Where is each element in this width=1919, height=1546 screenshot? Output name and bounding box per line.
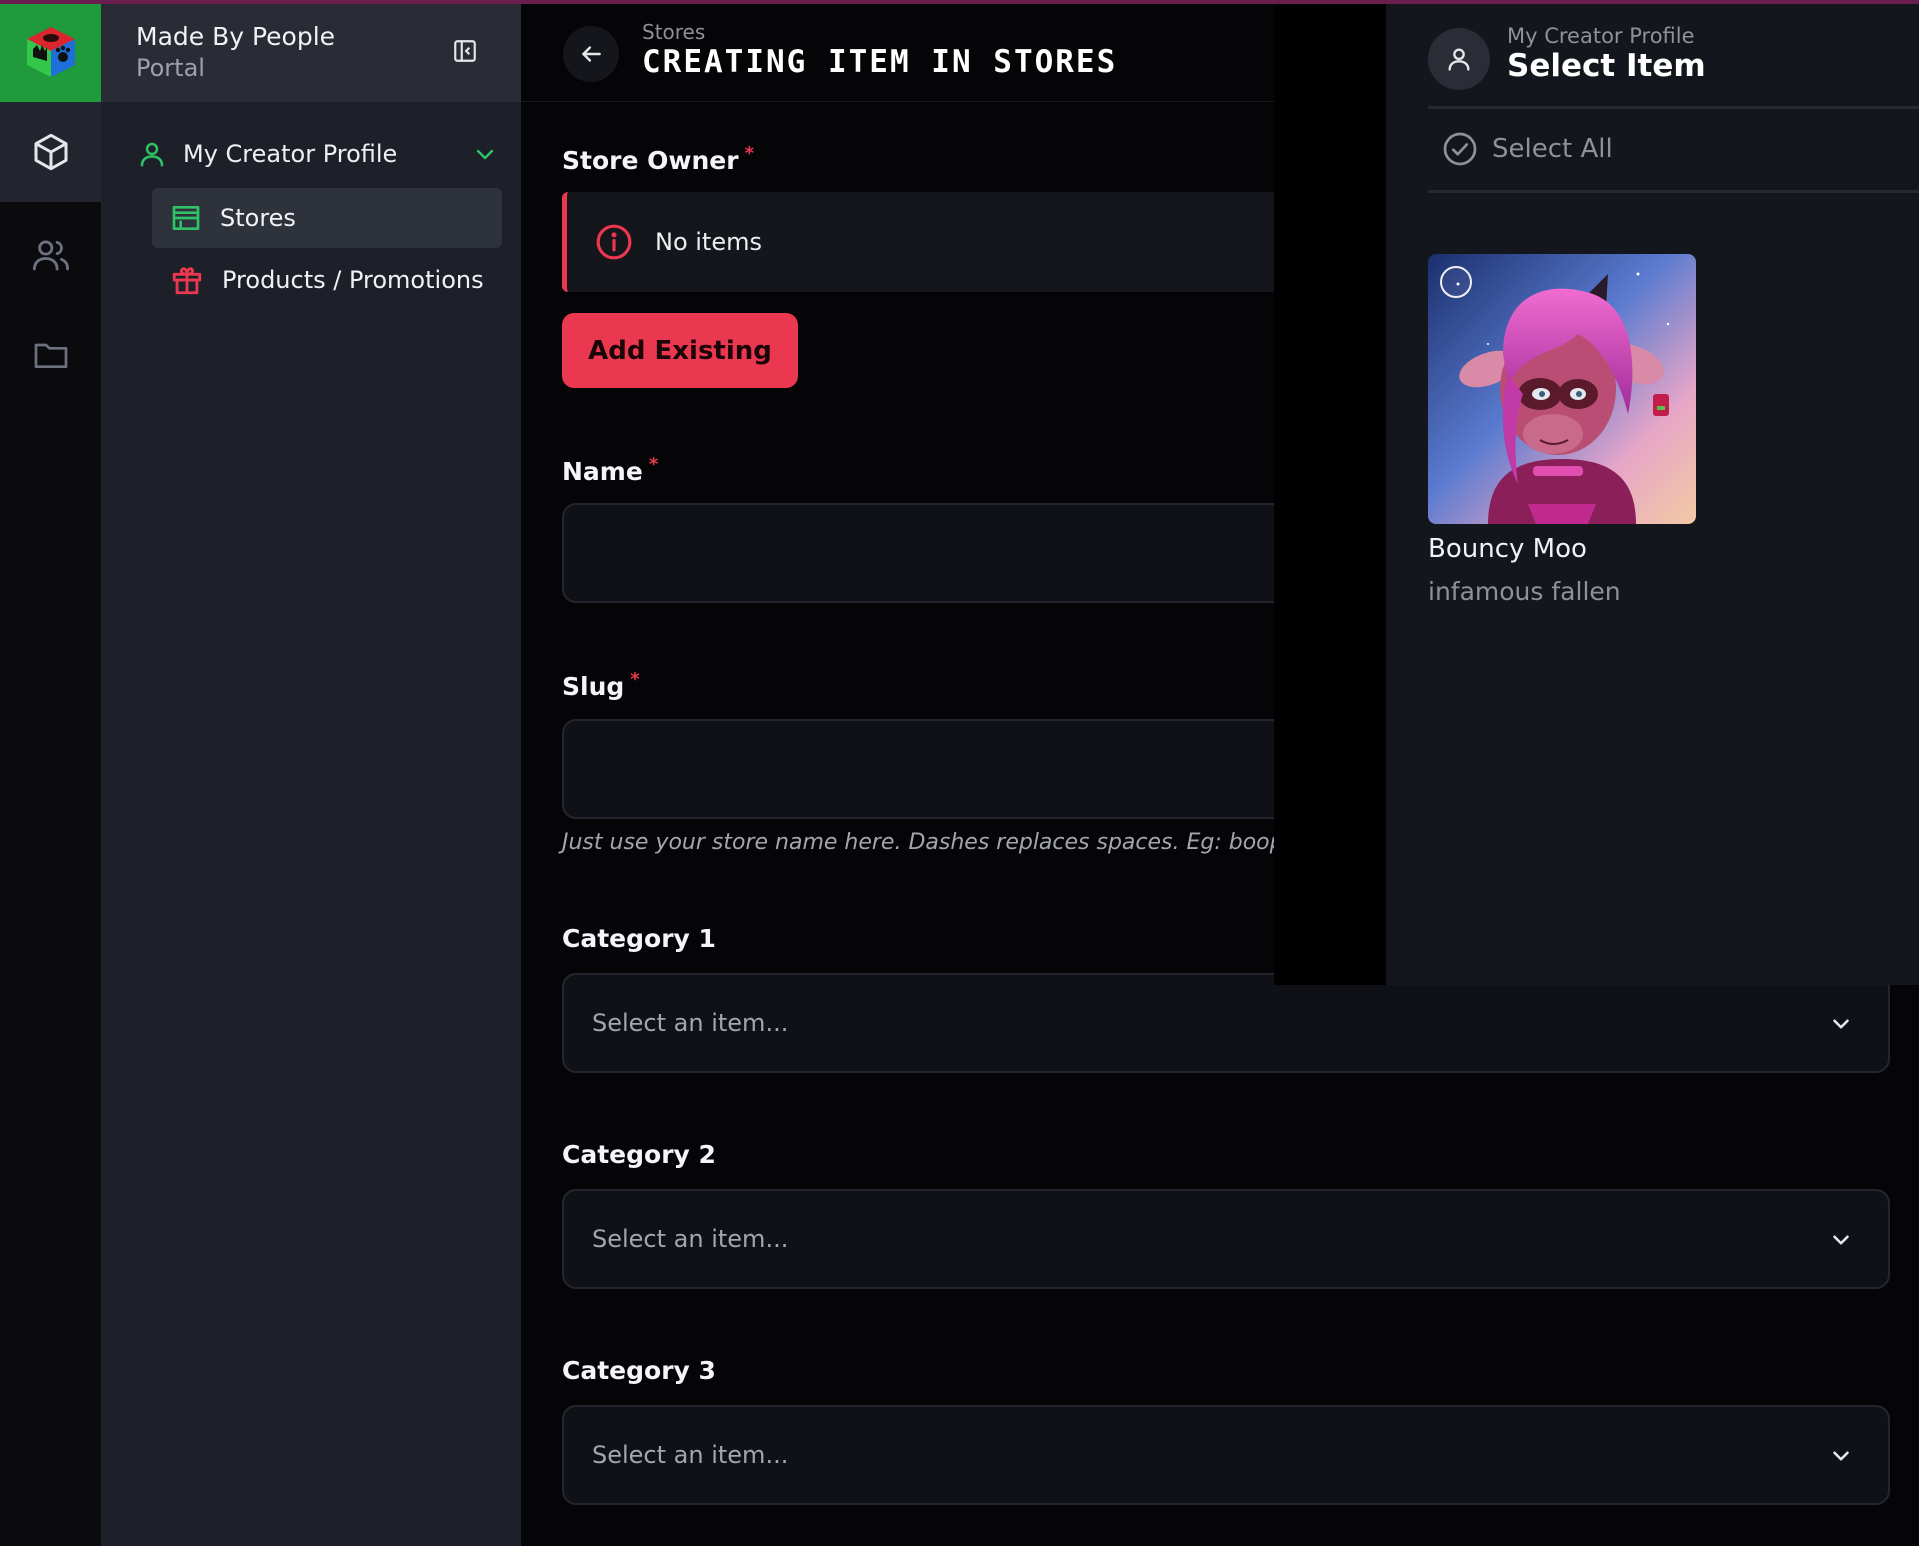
sidebar-header: Made By People Portal (101, 0, 521, 102)
panel-breadcrumb: My Creator Profile (1507, 24, 1695, 48)
rail-item-users[interactable] (0, 205, 101, 305)
top-accent-bar (0, 0, 1919, 4)
category-3-select[interactable]: Select an item... (562, 1405, 1890, 1505)
select-all-toggle[interactable]: Select All (1442, 131, 1613, 167)
profile-avatar (1428, 28, 1490, 90)
sidebar-item-products-promotions[interactable]: Products / Promotions (152, 250, 502, 310)
category-2-select[interactable]: Select an item... (562, 1189, 1890, 1289)
user-icon (140, 142, 164, 167)
select-placeholder: Select an item... (592, 1009, 789, 1037)
icon-rail (0, 0, 101, 1546)
alert-text: No items (655, 228, 762, 256)
app-logo[interactable] (0, 0, 101, 102)
page-title: CREATING ITEM IN STORES (642, 44, 1118, 80)
chevron-down-icon (476, 149, 494, 160)
category-2-label: Category 2 (562, 1140, 716, 1169)
name-label: Name * (562, 454, 659, 486)
info-icon (596, 224, 632, 260)
sidebar: Made By People Portal My Creator Profile… (101, 0, 521, 1546)
divider (1428, 106, 1919, 109)
required-mark: * (630, 669, 640, 690)
sidebar-item-label: Products / Promotions (222, 266, 484, 294)
sidebar-item-stores[interactable]: Stores (152, 188, 502, 248)
nav-group-label: My Creator Profile (183, 140, 398, 168)
users-icon (32, 240, 69, 271)
modal-backdrop (1274, 0, 1386, 985)
store-icon (172, 206, 200, 230)
select-item-panel: My Creator Profile Select Item Select Al… (1386, 4, 1919, 985)
select-all-label: Select All (1492, 134, 1613, 164)
user-icon (1448, 48, 1470, 71)
category-1-label: Category 1 (562, 924, 716, 953)
creator-cube-logo-icon (26, 27, 75, 77)
chevron-down-icon (1833, 1235, 1849, 1245)
slug-label-text: Slug (562, 672, 625, 701)
cube-icon (34, 133, 67, 171)
folder-icon (34, 343, 67, 368)
sidebar-item-label: Stores (220, 204, 296, 232)
select-placeholder: Select an item... (592, 1225, 789, 1253)
collapse-sidebar-button[interactable] (450, 36, 480, 66)
divider (1428, 190, 1919, 193)
add-existing-button[interactable]: Add Existing (562, 313, 798, 388)
item-card-subtitle: infamous fallen (1428, 577, 1621, 606)
required-mark: * (648, 454, 659, 475)
store-owner-label-text: Store Owner (562, 146, 739, 175)
sidebar-collapse-icon (454, 40, 476, 62)
back-button[interactable] (563, 26, 619, 82)
category-1-select[interactable]: Select an item... (562, 973, 1890, 1073)
store-owner-label: Store Owner * (562, 143, 754, 175)
slug-label: Slug * (562, 669, 640, 701)
chevron-down-icon (1833, 1451, 1849, 1461)
category-3-label: Category 3 (562, 1356, 716, 1385)
gift-icon (172, 267, 202, 295)
item-card-name: Bouncy Moo (1428, 534, 1587, 564)
slug-hint: Just use your store name here. Dashes re… (562, 830, 1303, 855)
brand-subtitle: Portal (136, 54, 205, 82)
select-placeholder: Select an item... (592, 1441, 789, 1469)
required-mark: * (744, 143, 754, 164)
rail-item-products[interactable] (0, 102, 101, 202)
chevron-down-icon (1833, 1019, 1849, 1029)
arrow-left-icon (582, 46, 601, 62)
item-select-radio[interactable] (1440, 266, 1472, 298)
panel-title: Select Item (1507, 48, 1706, 84)
character-portrait-image (1428, 254, 1696, 524)
breadcrumb[interactable]: Stores (642, 20, 705, 44)
brand-title: Made By People (136, 22, 336, 51)
name-label-text: Name (562, 457, 643, 486)
nav-group-my-creator-profile[interactable]: My Creator Profile (137, 130, 497, 178)
item-card-thumbnail[interactable] (1428, 254, 1696, 524)
check-circle-icon (1443, 132, 1477, 166)
rail-item-files[interactable] (0, 305, 101, 405)
